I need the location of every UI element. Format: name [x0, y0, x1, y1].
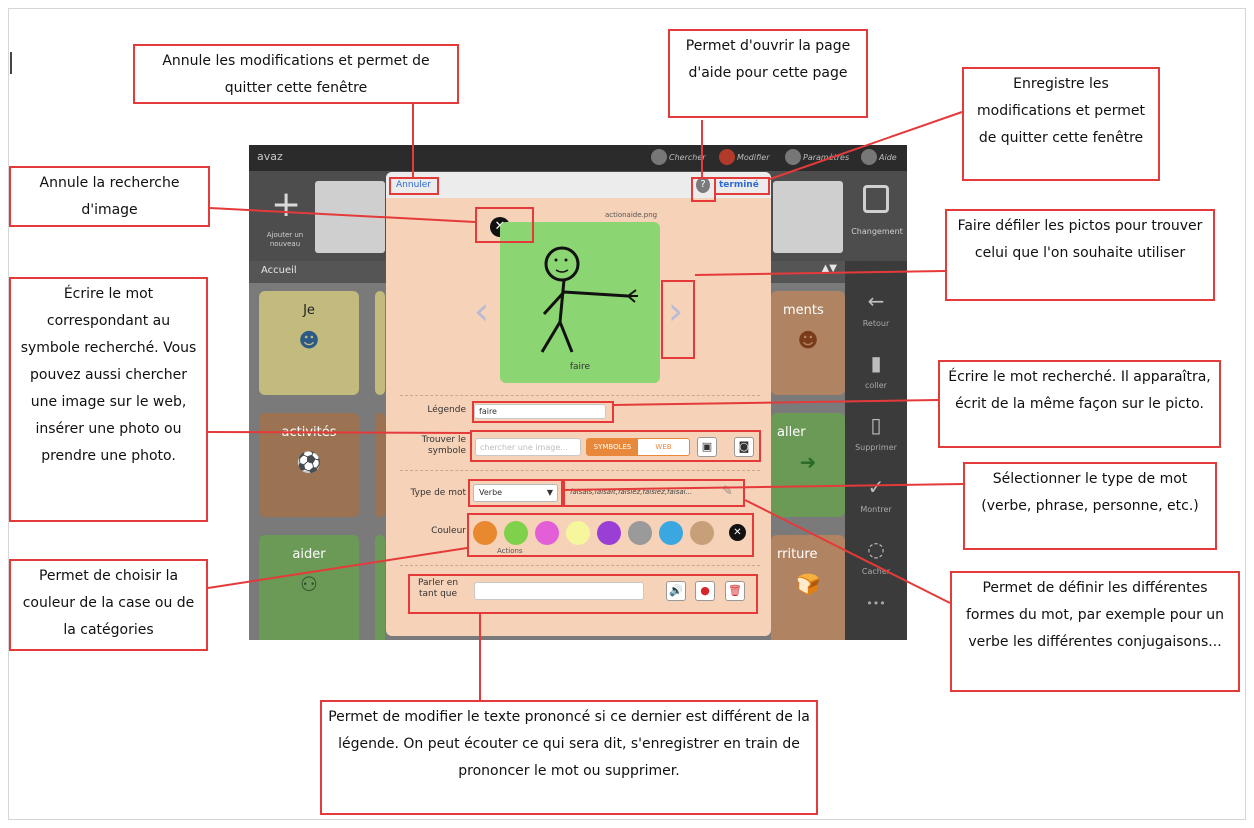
- callout-forms: Permet de définir les différentes formes…: [950, 571, 1240, 692]
- tile-activites[interactable]: activités ⚽: [259, 413, 359, 517]
- tile-label: aller: [777, 425, 806, 440]
- topbar-edit-label: Modifier: [737, 152, 770, 162]
- help-icon: [861, 149, 877, 165]
- highlight-done: [714, 177, 770, 195]
- callout-cancel: Annule les modifications et permet de qu…: [133, 44, 459, 104]
- divider: [400, 565, 760, 566]
- highlight-next-picto: [661, 280, 695, 359]
- find-symbol-label: Trouver le symbole: [421, 435, 466, 456]
- hide-button[interactable]: ◌ Cacher: [845, 537, 907, 576]
- legend-label: Légende: [427, 405, 466, 415]
- topbar-settings-label: Paramètres: [803, 152, 850, 162]
- back-label: Retour: [862, 319, 890, 328]
- image-filename: actionaide.png: [605, 211, 658, 219]
- color-label: Couleur: [431, 526, 466, 536]
- topbar-edit[interactable]: Modifier: [719, 149, 769, 165]
- highlight-cancel-search: [475, 207, 534, 243]
- tile-partial: [375, 535, 385, 640]
- callout-help: Permet d'ouvrir la page d'aide pour cett…: [668, 29, 868, 118]
- tile-label: activités: [281, 425, 337, 440]
- tile-aider[interactable]: aider ⚇: [259, 535, 359, 640]
- callout-color: Permet de choisir la couleur de la case …: [9, 559, 208, 651]
- callout-speak-as: Permet de modifier le texte prononcé si …: [320, 700, 818, 815]
- more-button[interactable]: •••: [845, 597, 907, 610]
- tile-partial: [375, 413, 385, 517]
- highlight-speak-as: [408, 574, 758, 614]
- highlight-colors: [467, 513, 754, 557]
- activities-icon: ⚽: [296, 450, 322, 474]
- back-button[interactable]: ← Retour: [845, 289, 907, 328]
- text-cursor: [10, 52, 12, 74]
- add-new-label: Ajouter un nouveau: [266, 231, 304, 248]
- stick-figure-icon: [540, 246, 638, 353]
- highlight-find-symbol: [470, 430, 761, 462]
- message-box[interactable]: [315, 181, 385, 253]
- topbar-settings[interactable]: Paramètres: [785, 149, 849, 165]
- food-icon: 🍞: [795, 572, 821, 596]
- callout-word-type: Sélectionner le type de mot (verbe, phra…: [963, 462, 1217, 550]
- delete-button[interactable]: ▯ Supprimer: [845, 413, 907, 452]
- app-topbar: avaz Chercher Modifier Paramètres Aide: [249, 145, 907, 171]
- tile-je[interactable]: Je ☻: [259, 291, 359, 395]
- right-sidebar: ← Retour ▮ coller ▯ Supprimer ✓ Montrer ◌ Cac…: [845, 261, 907, 640]
- show-button[interactable]: ✓ Montrer: [845, 475, 907, 514]
- topbar-help[interactable]: Aide: [861, 149, 897, 165]
- divider: [400, 470, 760, 471]
- picto-label: faire: [569, 362, 591, 372]
- topbar-search[interactable]: Chercher: [651, 149, 706, 165]
- tile-label: rriture: [777, 547, 818, 562]
- highlight-help: [691, 177, 716, 202]
- tile-partial: [375, 291, 385, 395]
- check-icon: ✓: [867, 475, 885, 499]
- help-people-icon: ⚇: [300, 572, 318, 596]
- clothes-icon: ☻: [797, 328, 819, 352]
- add-new-button[interactable]: + Ajouter un nouveau: [255, 181, 315, 251]
- show-label: Montrer: [860, 505, 892, 514]
- picto-preview: faire: [500, 222, 660, 383]
- callout-write-word: Écrire le mot correspondant au symbole r…: [9, 277, 208, 522]
- highlight-word-type: [468, 479, 563, 507]
- paste-icon: ▮: [870, 351, 882, 375]
- chevron-left-icon[interactable]: ‹: [474, 292, 489, 330]
- highlight-cancel: [389, 177, 439, 195]
- callout-legend: Écrire le mot recherché. Il apparaîtra, …: [938, 360, 1221, 448]
- topbar-search-label: Chercher: [669, 152, 706, 162]
- paste-button[interactable]: ▮ coller: [845, 351, 907, 390]
- page-arrows-icon[interactable]: ▲▼: [822, 263, 837, 274]
- tile-vetements[interactable]: ments ☻: [771, 291, 845, 395]
- message-box-right: [773, 181, 843, 253]
- tile-label: Je: [303, 303, 315, 318]
- tile-label: aider: [292, 547, 326, 562]
- callout-scroll: Faire défiler les pictos pour trouver ce…: [945, 209, 1215, 301]
- topbar-help-label: Aide: [879, 152, 897, 162]
- highlight-word-forms: [563, 479, 745, 507]
- paste-label: coller: [865, 381, 887, 390]
- search-icon: [651, 149, 667, 165]
- trash-icon: ▯: [870, 413, 882, 437]
- edit-icon: [719, 149, 735, 165]
- delete-label: Supprimer: [855, 443, 897, 452]
- app-title: avaz: [257, 150, 283, 163]
- word-type-label: Type de mot: [410, 488, 466, 498]
- plus-icon: +: [271, 184, 302, 225]
- divider: [400, 395, 760, 396]
- tile-label: ments: [783, 303, 824, 318]
- gear-icon: [785, 149, 801, 165]
- arrow-icon: ➜: [799, 450, 817, 474]
- tile-aller[interactable]: aller ➜: [771, 413, 845, 517]
- breadcrumb-home[interactable]: Accueil: [261, 265, 297, 276]
- tile-nourriture[interactable]: rriture 🍞: [771, 535, 845, 640]
- change-button[interactable]: Changement: [847, 181, 907, 256]
- person-icon: ☻: [298, 328, 320, 352]
- hide-icon: ◌: [867, 537, 885, 561]
- highlight-legend: [472, 401, 614, 423]
- callout-save: Enregistre les modifications et permet d…: [962, 67, 1160, 181]
- change-label: Changement: [851, 227, 903, 236]
- callout-cancel-search: Annule la recherche d'image: [9, 166, 210, 227]
- arrow-left-icon: ←: [867, 289, 885, 313]
- change-icon: [863, 185, 889, 213]
- hide-label: Cacher: [861, 567, 891, 576]
